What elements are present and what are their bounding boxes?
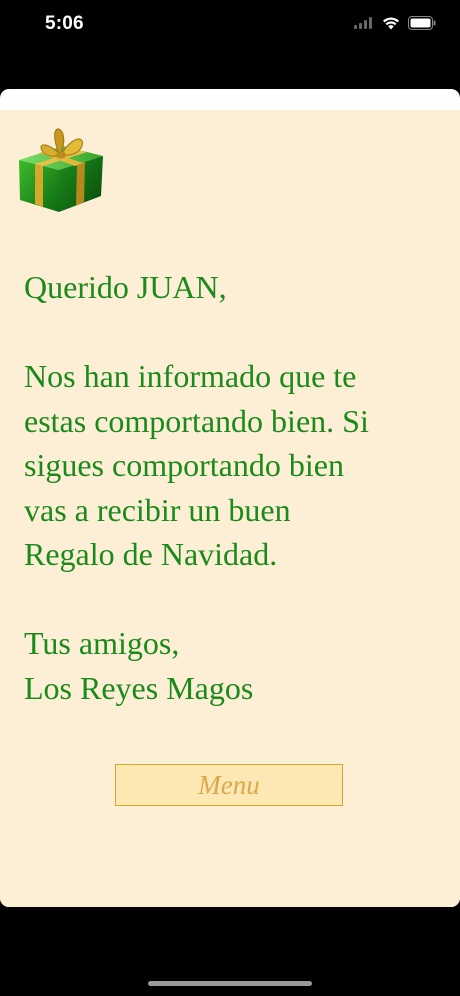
letter-greeting: Querido JUAN, xyxy=(24,269,227,305)
letter-body-line: Regalo de Navidad. xyxy=(24,536,278,572)
signal-icon xyxy=(354,17,372,29)
battery-icon xyxy=(408,16,436,30)
letter-screen: Querido JUAN, Nos han informado que te e… xyxy=(0,110,460,907)
gift-box-icon xyxy=(19,128,103,212)
home-indicator[interactable] xyxy=(148,981,312,986)
letter-signature: Los Reyes Magos xyxy=(24,669,254,706)
status-icons xyxy=(354,16,436,30)
modal-sheet: Querido JUAN, Nos han informado que te e… xyxy=(0,89,460,907)
letter-body-line: Nos han informado que te xyxy=(24,358,357,394)
wifi-icon xyxy=(383,17,399,29)
status-time: 5:06 xyxy=(45,13,84,34)
letter-body-line: vas a recibir un buen xyxy=(24,491,291,528)
menu-button[interactable]: Menu xyxy=(115,764,343,806)
letter-text: Querido JUAN, Nos han informado que te e… xyxy=(24,265,444,710)
letter-closing: Tus amigos, xyxy=(24,625,180,661)
letter-body-line: sigues comportando bien xyxy=(24,447,344,483)
letter-body-line: estas comportando bien. Si xyxy=(24,402,369,439)
status-bar: 5:06 xyxy=(0,0,460,52)
